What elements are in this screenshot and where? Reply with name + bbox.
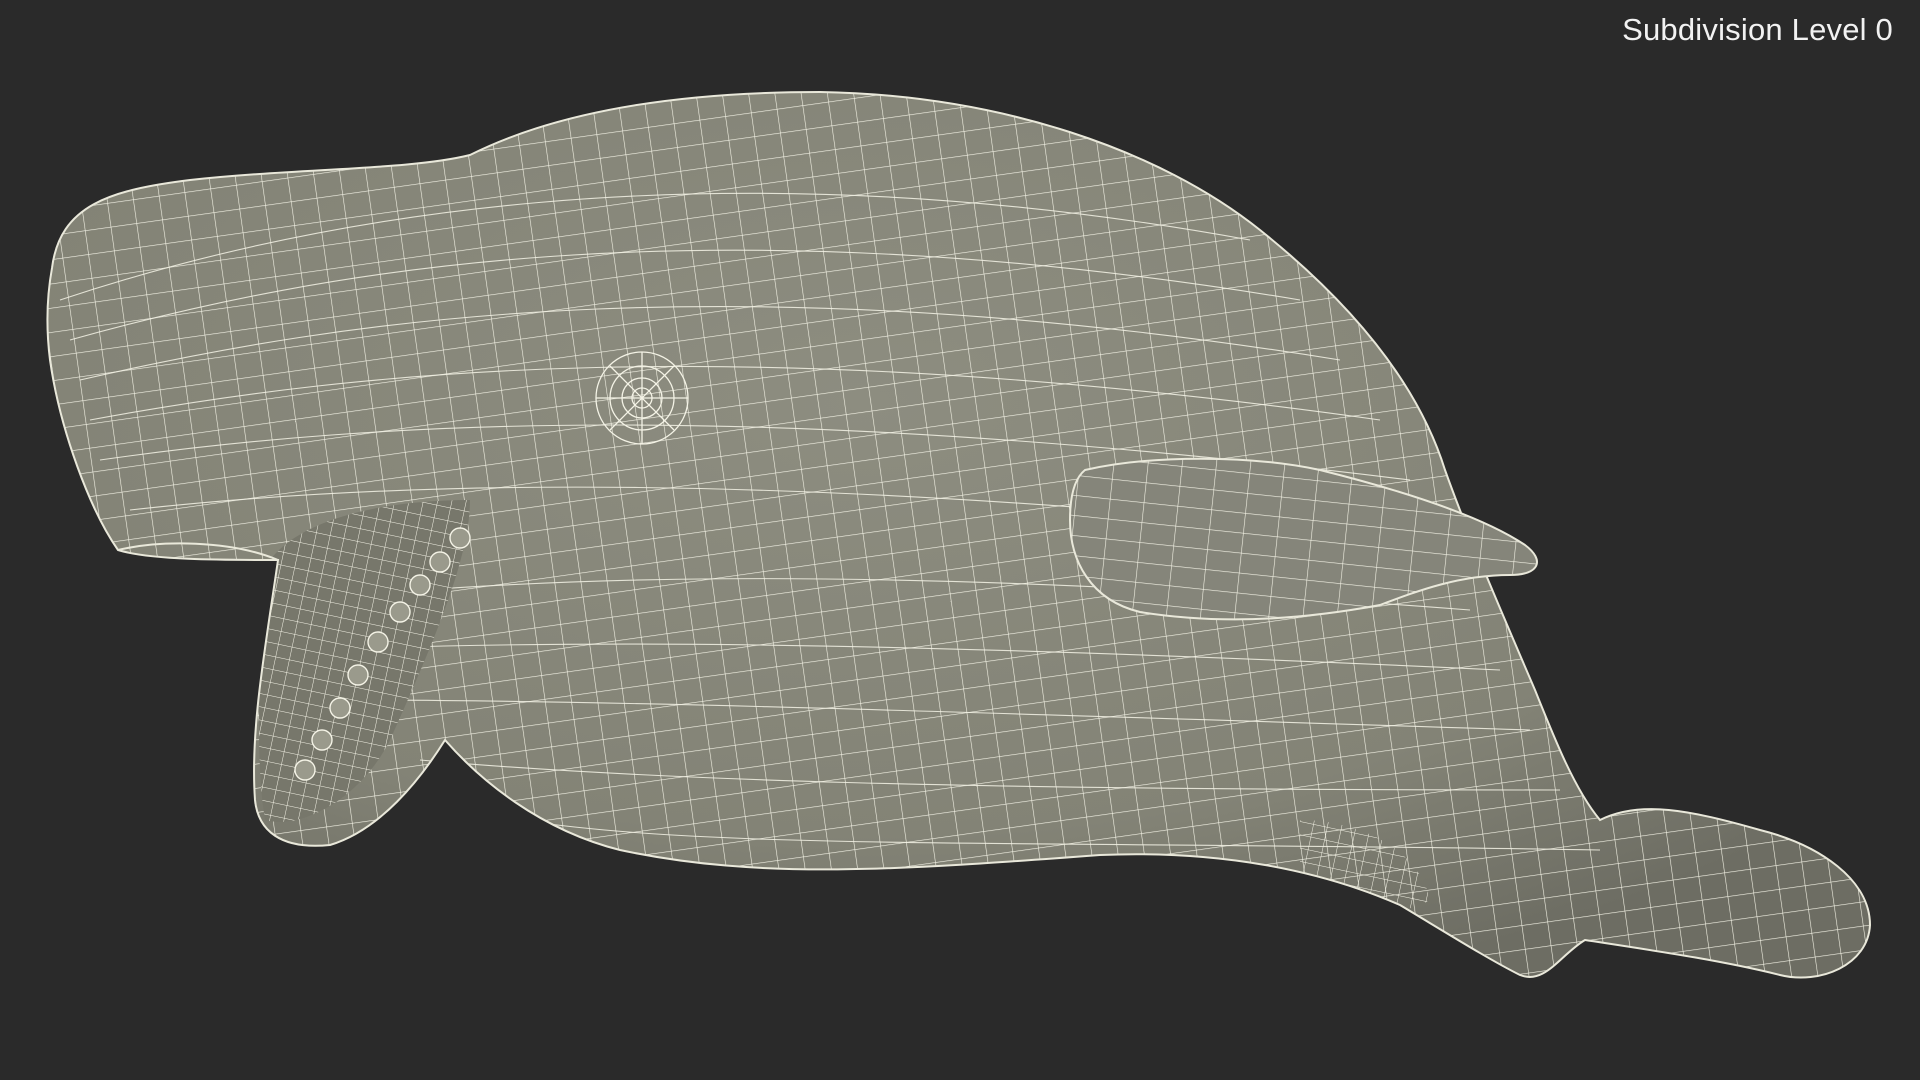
wireframe-viewport	[0, 0, 1920, 1080]
whale-body-mesh[interactable]	[0, 0, 1920, 1080]
eye-mesh-icon	[595, 351, 689, 445]
viewport-canvas[interactable]: Subdivision Level 0	[0, 0, 1920, 1080]
subdivision-level-label: Subdivision Level 0	[1622, 12, 1893, 47]
